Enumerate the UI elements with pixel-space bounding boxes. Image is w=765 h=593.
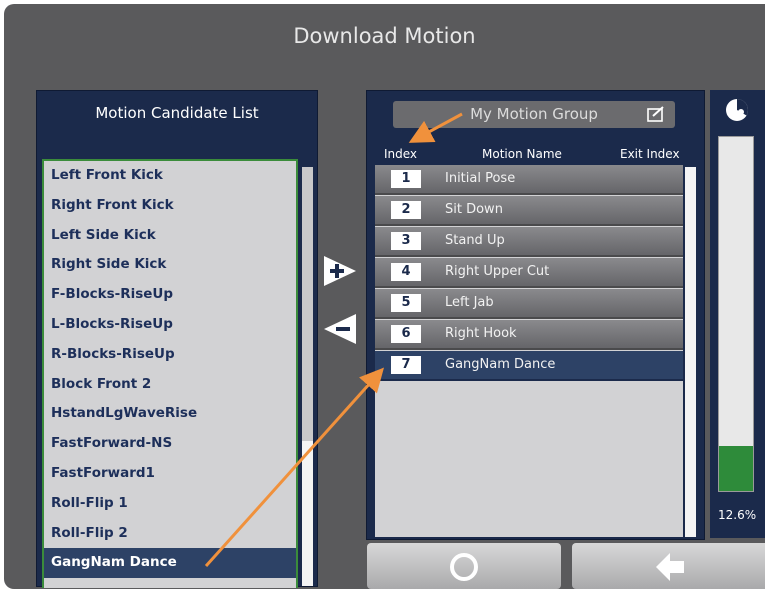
motion-name: Sit Down: [445, 202, 503, 217]
edit-icon[interactable]: [647, 106, 665, 122]
window-title: Download Motion: [293, 24, 476, 48]
motion-row[interactable]: 2 Sit Down: [375, 196, 683, 226]
motion-index: 3: [391, 232, 421, 250]
motion-row[interactable]: 5 Left Jab: [375, 289, 683, 319]
plus-chevron-icon: [324, 256, 356, 286]
circle-icon: [450, 553, 478, 581]
candidate-item[interactable]: Left Side Kick: [44, 221, 296, 251]
candidate-scroll-thumb[interactable]: [302, 441, 313, 586]
back-arrow-icon: [656, 553, 684, 581]
motion-name: Stand Up: [445, 233, 505, 248]
minus-chevron-icon: [324, 314, 356, 344]
motion-name: Initial Pose: [445, 171, 516, 186]
add-motion-button[interactable]: [322, 254, 358, 288]
motion-index: 4: [391, 263, 421, 281]
candidate-item[interactable]: R-Blocks-RiseUp: [44, 340, 296, 370]
motion-candidate-panel: Motion Candidate List Left Front Kick Rig…: [36, 90, 318, 588]
motion-group-label: My Motion Group: [470, 105, 598, 123]
candidate-scrollbar[interactable]: [302, 167, 313, 586]
motion-group-panel: My Motion Group Index Motion Name Exit I…: [366, 90, 705, 540]
motion-index: 6: [391, 325, 421, 343]
motion-name: Right Hook: [445, 326, 517, 341]
memory-percent: 12.6%: [718, 508, 757, 522]
confirm-button[interactable]: [367, 543, 561, 589]
candidate-item[interactable]: L-Blocks-RiseUp: [44, 310, 296, 340]
candidate-list[interactable]: Left Front Kick Right Front Kick Left Side…: [42, 159, 298, 588]
candidate-item[interactable]: GangNam Dance: [44, 548, 296, 579]
pie-chart-icon: [726, 99, 748, 121]
candidate-item[interactable]: FastForward-NS: [44, 429, 296, 459]
index-header: Index: [384, 147, 418, 161]
motion-index: 7: [391, 356, 421, 374]
motion-name-header: Motion Name: [482, 147, 562, 161]
motion-group-list[interactable]: 1 Initial Pose 2 Sit Down 3 Stand Up 4 Right Up…: [375, 165, 683, 537]
my-motion-group-button[interactable]: My Motion Group: [393, 101, 675, 128]
motion-index: 1: [391, 170, 421, 188]
motion-row[interactable]: 4 Right Upper Cut: [375, 258, 683, 288]
candidate-item[interactable]: Right Front Kick: [44, 191, 296, 221]
candidate-item[interactable]: F-Blocks-RiseUp: [44, 280, 296, 310]
candidate-item[interactable]: Roll-Flip 1: [44, 489, 296, 519]
exit-index-header: Exit Index: [620, 147, 680, 161]
candidate-list-title: Motion Candidate List: [95, 104, 259, 122]
motion-name: GangNam Dance: [445, 357, 556, 372]
motion-row[interactable]: 1 Initial Pose: [375, 165, 683, 195]
motion-row[interactable]: 7 GangNam Dance: [375, 351, 683, 381]
motion-index: 2: [391, 201, 421, 219]
candidate-item[interactable]: Left Front Kick: [44, 161, 296, 191]
motion-index: 5: [391, 294, 421, 312]
candidate-item[interactable]: FastForward1: [44, 459, 296, 489]
motion-name: Left Jab: [445, 295, 494, 310]
back-button[interactable]: [572, 543, 765, 589]
candidate-item[interactable]: HstandLgWaveRise: [44, 399, 296, 429]
remove-motion-button[interactable]: [322, 312, 358, 346]
memory-usage-bar: [718, 136, 754, 492]
memory-gauge-panel: 12.6%: [710, 90, 765, 538]
group-scrollbar[interactable]: [685, 167, 696, 537]
motion-row[interactable]: 3 Stand Up: [375, 227, 683, 257]
motion-name: Right Upper Cut: [445, 264, 550, 279]
candidate-item[interactable]: Roll-Flip 2: [44, 519, 296, 549]
memory-usage-fill: [719, 446, 753, 491]
motion-row[interactable]: 6 Right Hook: [375, 320, 683, 350]
candidate-item[interactable]: Right Side Kick: [44, 250, 296, 280]
candidate-item[interactable]: Block Front 2: [44, 370, 296, 400]
